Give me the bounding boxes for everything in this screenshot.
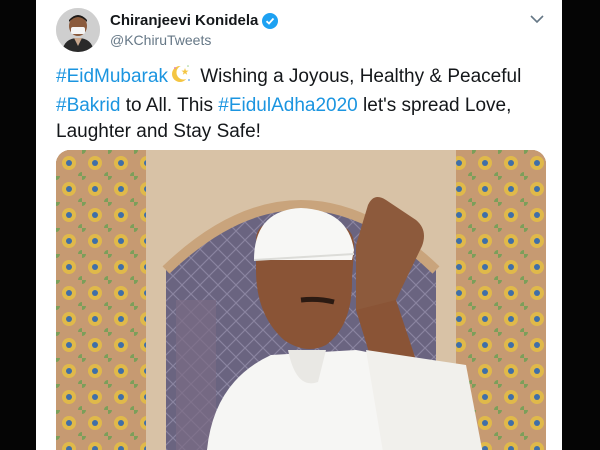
- author-handle[interactable]: @KChiruTweets: [110, 32, 211, 48]
- crescent-star-icon: [170, 63, 192, 93]
- left-letterbox-bar: [0, 0, 36, 450]
- author-name[interactable]: Chiranjeevi Konidela: [110, 12, 258, 29]
- avatar[interactable]: [56, 8, 100, 52]
- tweet-text-part-2: to All. This: [120, 95, 219, 116]
- hashtag-eidmubarak[interactable]: #EidMubarak: [56, 66, 168, 87]
- tweet-text: #EidMubarak Wishing a Joyous, Healthy & …: [56, 63, 551, 145]
- right-letterbox-bar: [562, 0, 600, 450]
- photo-icon: [56, 150, 546, 450]
- author-name-row: Chiranjeevi Konidela: [110, 12, 279, 29]
- hashtag-bakrid[interactable]: #Bakrid: [56, 95, 120, 116]
- tweet-photo[interactable]: [56, 150, 546, 450]
- chevron-down-icon[interactable]: [528, 10, 546, 28]
- verified-badge-icon: [262, 12, 279, 29]
- tweet-text-part-1: Wishing a Joyous, Healthy & Peaceful: [194, 66, 522, 87]
- tweet-header: Chiranjeevi Konidela @KChiruTweets: [56, 8, 546, 52]
- hashtag-eiduladha2020[interactable]: #EidulAdha2020: [218, 95, 357, 116]
- tweet-card: Chiranjeevi Konidela @KChiruTweets #EidM…: [36, 0, 562, 450]
